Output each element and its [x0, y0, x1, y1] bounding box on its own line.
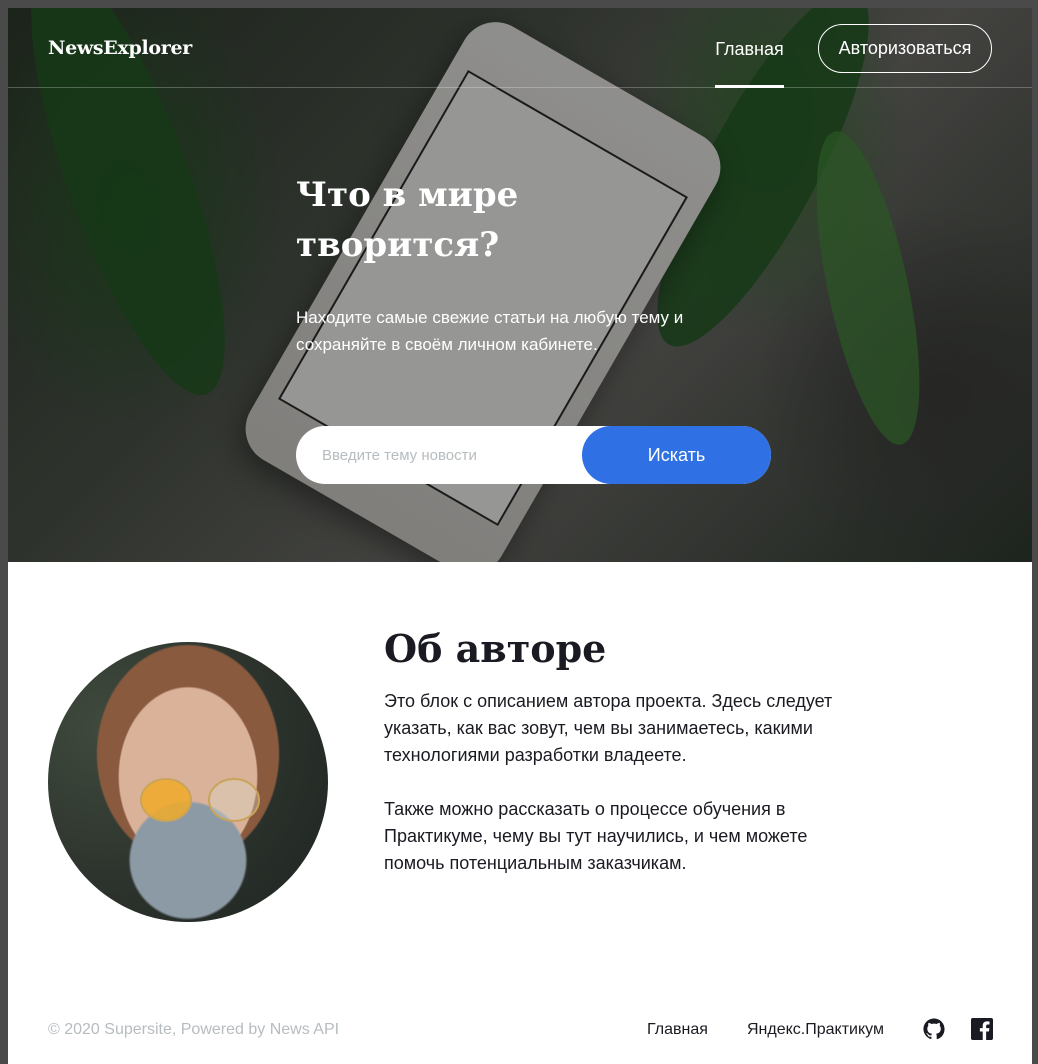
- nav-link-home[interactable]: Главная: [715, 8, 784, 88]
- footer-link-praktikum[interactable]: Яндекс.Практикум: [747, 1021, 884, 1039]
- search-button[interactable]: Искать: [582, 426, 771, 484]
- auth-button[interactable]: Авторизоваться: [818, 24, 992, 73]
- avatar-glasses-left: [140, 778, 192, 822]
- github-icon[interactable]: [923, 1018, 945, 1040]
- logo[interactable]: NewsExplorer: [48, 37, 192, 59]
- nav-link-home-label: Главная: [715, 39, 784, 59]
- page: NewsExplorer Главная Авторизоваться Что …: [8, 8, 1032, 1064]
- site-header: NewsExplorer Главная Авторизоваться: [8, 8, 1032, 88]
- about-title: Об авторе: [384, 626, 607, 671]
- avatar-glasses-right: [208, 778, 260, 822]
- hero-section: NewsExplorer Главная Авторизоваться Что …: [8, 8, 1032, 562]
- about-paragraph-2: Также можно рассказать о процессе обучен…: [384, 799, 808, 873]
- search-input[interactable]: [296, 426, 596, 484]
- hero-title: Что в мире творится?: [296, 175, 519, 265]
- author-avatar: [48, 642, 328, 922]
- search-form: Искать: [296, 426, 771, 484]
- facebook-icon[interactable]: [971, 1018, 993, 1040]
- hero-subtitle: Находите самые свежие статьи на любую те…: [296, 308, 684, 354]
- nav-active-underline: [715, 85, 784, 88]
- footer-link-home[interactable]: Главная: [647, 1021, 708, 1039]
- copyright-text: © 2020 Supersite, Powered by News API: [48, 1021, 340, 1038]
- about-paragraph-1: Это блок с описанием автора проекта. Зде…: [384, 691, 833, 765]
